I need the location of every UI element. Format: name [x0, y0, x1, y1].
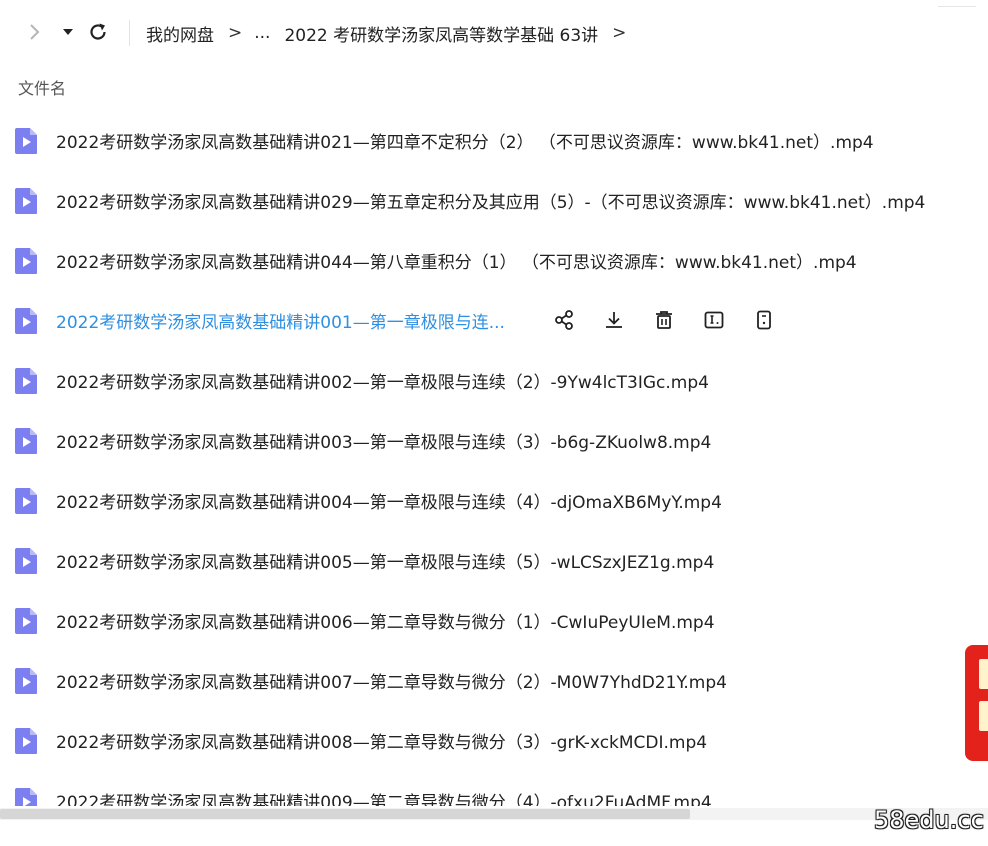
- file-name[interactable]: 2022考研数学汤家凤高数基础精讲001—第一章极限与连...: [56, 308, 505, 333]
- breadcrumb-root[interactable]: 我的网盘: [146, 21, 214, 46]
- video-file-icon: [14, 547, 38, 575]
- file-row[interactable]: 2022考研数学汤家凤高数基础精讲005—第一章极限与连续（5）-wLCSzxJ…: [0, 530, 988, 590]
- column-header-filename[interactable]: 文件名: [18, 75, 66, 99]
- file-name[interactable]: 2022考研数学汤家凤高数基础精讲003—第一章极限与连续（3）-b6g-ZKu…: [56, 428, 711, 453]
- file-row[interactable]: 2022考研数学汤家凤高数基础精讲007—第二章导数与微分（2）-M0W7Yhd…: [0, 650, 988, 710]
- download-icon: [606, 312, 622, 328]
- video-file-icon: [14, 307, 38, 335]
- refresh-icon: [90, 23, 106, 40]
- floating-ad-badge[interactable]: [965, 645, 988, 761]
- file-name[interactable]: 2022考研数学汤家凤高数基础精讲008—第二章导数与微分（3）-grK-xck…: [56, 728, 707, 753]
- file-row[interactable]: 2022考研数学汤家凤高数基础精讲029—第五章定积分及其应用（5）-（不可思议…: [0, 170, 988, 230]
- file-row[interactable]: 2022考研数学汤家凤高数基础精讲008—第二章导数与微分（3）-grK-xck…: [0, 710, 988, 770]
- file-row[interactable]: 2022考研数学汤家凤高数基础精讲044—第八章重积分（1） （不可思议资源库：…: [0, 230, 988, 290]
- delete-icon: [656, 311, 672, 329]
- video-file-icon: [14, 607, 38, 635]
- breadcrumb-separator: >: [228, 23, 243, 43]
- badge-glyph: [979, 659, 988, 689]
- file-row[interactable]: 2022考研数学汤家凤高数基础精讲001—第一章极限与连...: [0, 290, 988, 350]
- video-file-icon: [14, 427, 38, 455]
- file-name[interactable]: 2022考研数学汤家凤高数基础精讲021—第四章不定积分（2） （不可思议资源库…: [56, 128, 874, 153]
- history-dropdown-button[interactable]: [54, 18, 82, 46]
- video-file-icon: [14, 667, 38, 695]
- file-row[interactable]: 2022考研数学汤家凤高数基础精讲006—第二章导数与微分（1）-CwIuPey…: [0, 590, 988, 650]
- video-file-icon: [14, 727, 38, 755]
- file-list: 2022考研数学汤家凤高数基础精讲021—第四章不定积分（2） （不可思议资源库…: [0, 110, 988, 806]
- toolbar: 我的网盘 > ... 2022 考研数学汤家凤高等数学基础 63讲 >: [0, 0, 988, 64]
- file-name[interactable]: 2022考研数学汤家凤高数基础精讲005—第一章极限与连续（5）-wLCSzxJ…: [56, 548, 714, 573]
- rename-button[interactable]: [700, 306, 728, 334]
- more-button[interactable]: [750, 306, 778, 334]
- toolbar-divider: [129, 20, 130, 46]
- file-row[interactable]: 2022考研数学汤家凤高数基础精讲003—第一章极限与连续（3）-b6g-ZKu…: [0, 410, 988, 470]
- video-file-icon: [14, 187, 38, 215]
- delete-button[interactable]: [650, 306, 678, 334]
- file-name[interactable]: 2022考研数学汤家凤高数基础精讲007—第二章导数与微分（2）-M0W7Yhd…: [56, 668, 727, 693]
- rename-icon: [704, 311, 724, 329]
- watermark: 58edu.cc: [874, 806, 984, 834]
- file-row[interactable]: 2022考研数学汤家凤高数基础精讲021—第四章不定积分（2） （不可思议资源库…: [0, 110, 988, 170]
- share-button[interactable]: [550, 306, 578, 334]
- chevron-right-icon: [30, 24, 40, 40]
- file-name[interactable]: 2022考研数学汤家凤高数基础精讲029—第五章定积分及其应用（5）-（不可思议…: [56, 188, 925, 213]
- breadcrumb-ellipsis[interactable]: ...: [254, 23, 270, 43]
- file-row[interactable]: 2022考研数学汤家凤高数基础精讲002—第一章极限与连续（2）-9Yw4lcT…: [0, 350, 988, 410]
- file-name[interactable]: 2022考研数学汤家凤高数基础精讲004—第一章极限与连续（4）-djOmaXB…: [56, 488, 722, 513]
- file-name[interactable]: 2022考研数学汤家凤高数基础精讲002—第一章极限与连续（2）-9Yw4lcT…: [56, 368, 709, 393]
- video-file-icon: [14, 487, 38, 515]
- file-name[interactable]: 2022考研数学汤家凤高数基础精讲009—第二章导数与微分（4）-ofxu2Fu…: [56, 788, 712, 806]
- share-icon: [555, 310, 573, 330]
- file-name[interactable]: 2022考研数学汤家凤高数基础精讲044—第八章重积分（1） （不可思议资源库：…: [56, 248, 857, 273]
- caret-down-icon: [63, 29, 73, 35]
- breadcrumb-current[interactable]: 2022 考研数学汤家凤高等数学基础 63讲: [284, 21, 598, 46]
- video-file-icon: [14, 787, 38, 806]
- forward-button[interactable]: [20, 18, 48, 46]
- download-button[interactable]: [600, 306, 628, 334]
- breadcrumb: 我的网盘 > ... 2022 考研数学汤家凤高等数学基础 63讲 >: [146, 20, 638, 46]
- video-file-icon: [14, 247, 38, 275]
- refresh-button[interactable]: [84, 18, 112, 46]
- video-file-icon: [14, 367, 38, 395]
- file-row[interactable]: 2022考研数学汤家凤高数基础精讲004—第一章极限与连续（4）-djOmaXB…: [0, 470, 988, 530]
- file-name[interactable]: 2022考研数学汤家凤高数基础精讲006—第二章导数与微分（1）-CwIuPey…: [56, 608, 715, 633]
- file-row[interactable]: 2022考研数学汤家凤高数基础精讲009—第二章导数与微分（4）-ofxu2Fu…: [0, 770, 988, 806]
- video-file-icon: [14, 127, 38, 155]
- breadcrumb-separator-end: >: [612, 23, 627, 43]
- more-icon: [757, 310, 771, 330]
- row-actions: [550, 306, 800, 334]
- badge-glyph: [979, 701, 988, 731]
- window-edge: [938, 0, 976, 7]
- horizontal-scrollbar-thumb[interactable]: [0, 809, 690, 819]
